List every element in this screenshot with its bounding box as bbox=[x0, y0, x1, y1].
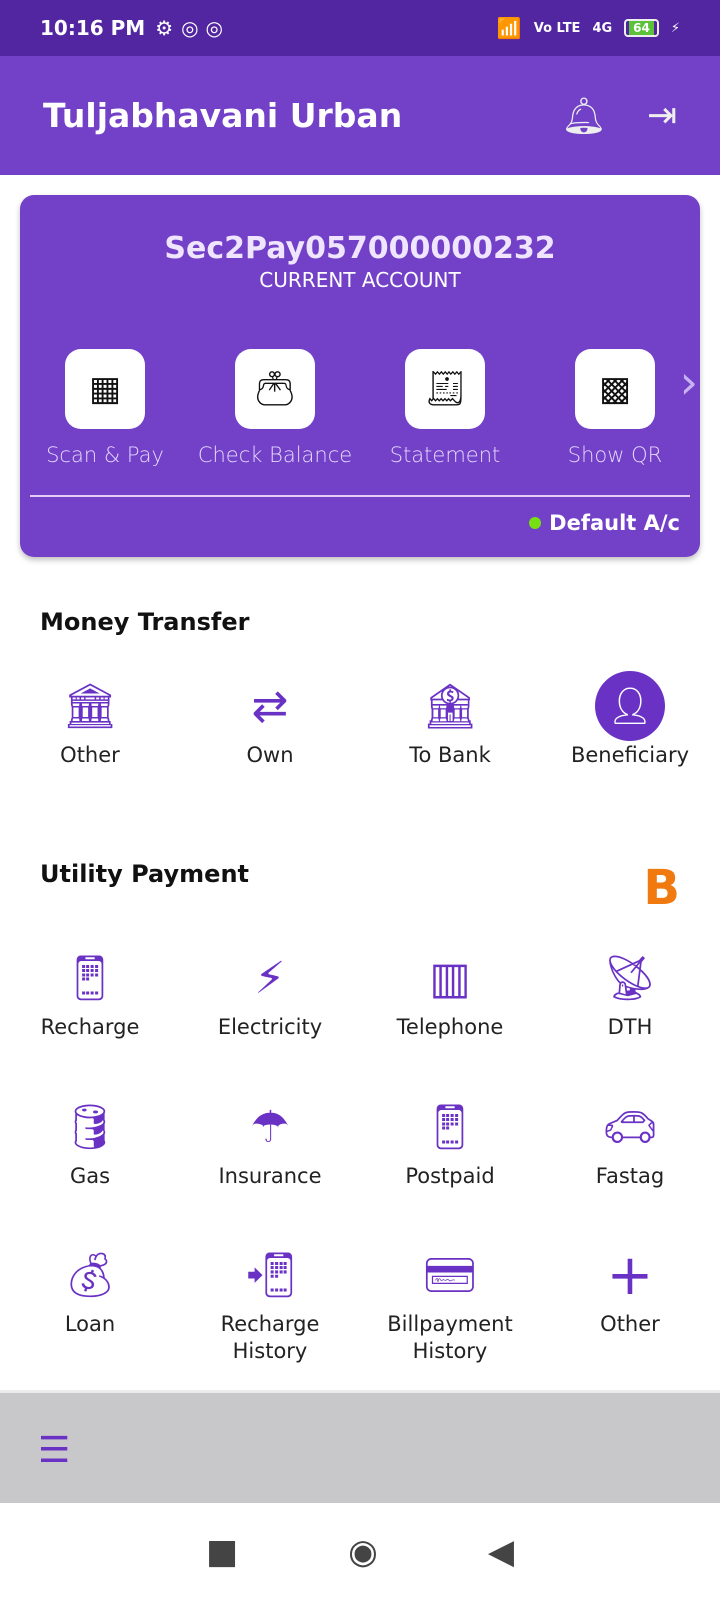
hamburger-menu-icon[interactable]: ☰ bbox=[38, 1433, 70, 1469]
bank-transfer-icon: 🏛︎ bbox=[62, 681, 118, 732]
rupee-exchange-icon: ⇄ bbox=[251, 680, 289, 732]
network-type: 4G bbox=[592, 20, 613, 36]
bottom-bar: ☰ bbox=[0, 1390, 720, 1503]
beneficiary[interactable]: 👤︎ Beneficiary bbox=[540, 671, 720, 769]
electricity[interactable]: ⚡︎ Electricity bbox=[180, 948, 360, 1041]
money-transfer-grid: 🏛︎ Other ⇄ Own 🏦︎ To Bank 👤︎ Beneficiary bbox=[0, 671, 720, 769]
statement-icon: 🧾︎ bbox=[405, 349, 485, 429]
other-utility[interactable]: + Other bbox=[540, 1242, 720, 1365]
statement-button[interactable]: 🧾︎ Statement bbox=[360, 349, 530, 467]
status-bar: 10:16 PM ⚙ ◎ ◎ 📶 Vo LTE 4G 64 ⚡ bbox=[0, 0, 720, 56]
clock: 10:16 PM bbox=[40, 16, 146, 40]
recharge-history[interactable]: 📲︎ Recharge History bbox=[180, 1245, 360, 1365]
insurance[interactable]: ☂ Insurance bbox=[180, 1097, 360, 1190]
electricity-icon: ⚡︎ bbox=[254, 952, 286, 1004]
account-number: Sec2Pay057000000232 bbox=[164, 231, 556, 266]
telephone[interactable]: ▥ Telephone bbox=[360, 948, 540, 1041]
app-bar: Tuljabhavani Urban 🔔︎ ⇥ bbox=[0, 56, 720, 175]
postpaid[interactable]: 📱︎ Postpaid bbox=[360, 1097, 540, 1190]
logout-icon[interactable]: ⇥ bbox=[647, 95, 677, 137]
postpaid-phone-icon: 📱︎ bbox=[422, 1102, 478, 1153]
charging-icon: ⚡ bbox=[670, 20, 680, 36]
show-qr-button[interactable]: ▩ Show QR bbox=[530, 349, 700, 467]
transfer-to-bank[interactable]: 🏦︎ To Bank bbox=[360, 676, 540, 769]
system-nav-bar: ■ ◉ ◀ bbox=[0, 1503, 720, 1600]
money-transfer-title: Money Transfer bbox=[40, 608, 250, 636]
recharge[interactable]: 📱︎ Recharge bbox=[0, 948, 180, 1041]
card-payment-icon: 💳︎ bbox=[422, 1250, 478, 1301]
default-account-badge: Default A/c bbox=[529, 511, 680, 535]
status-dot bbox=[529, 517, 542, 529]
telephone-icon: ▥ bbox=[429, 952, 471, 1004]
wallet-icon: 👛︎ bbox=[235, 349, 315, 429]
check-balance-button[interactable]: 👛︎ Check Balance bbox=[190, 349, 360, 467]
back-button[interactable]: ◀ bbox=[488, 1532, 514, 1572]
utility-payment-title: Utility Payment bbox=[40, 860, 250, 888]
bbps-logo: B bbox=[643, 860, 680, 916]
battery-icon: 64 bbox=[624, 19, 659, 37]
scan-pay-icon: ▦ bbox=[65, 349, 145, 429]
battery-level: 64 bbox=[629, 21, 654, 35]
bank-icon: 🏦︎ bbox=[422, 681, 478, 732]
loan[interactable]: 💰︎ Loan bbox=[0, 1245, 180, 1365]
satellite-dish-icon: 📡︎ bbox=[602, 953, 658, 1004]
account-card: Sec2Pay057000000232 CURRENT ACCOUNT ▦ Sca… bbox=[20, 195, 700, 557]
gas[interactable]: 🛢︎ Gas bbox=[0, 1097, 180, 1190]
app-notification-icon: ◎ ◎ bbox=[181, 16, 223, 40]
loan-hand-icon: 💰︎ bbox=[62, 1250, 118, 1301]
gas-cylinder-icon: 🛢︎ bbox=[62, 1102, 118, 1153]
recents-button[interactable]: ■ bbox=[206, 1532, 238, 1572]
divider bbox=[30, 495, 690, 497]
volte-badge: Vo LTE bbox=[533, 20, 581, 36]
app-title: Tuljabhavani Urban bbox=[43, 96, 403, 135]
plus-icon: + bbox=[606, 1242, 654, 1308]
dth[interactable]: 📡︎ DTH bbox=[540, 948, 720, 1041]
account-type: CURRENT ACCOUNT bbox=[259, 268, 461, 292]
chevron-right-icon[interactable]: › bbox=[680, 355, 698, 409]
user-icon: 👤︎ bbox=[595, 671, 665, 741]
transfer-other[interactable]: 🏛︎ Other bbox=[0, 676, 180, 769]
settings-icon: ⚙ bbox=[155, 16, 174, 40]
scan-pay-button[interactable]: ▦ Scan & Pay bbox=[20, 349, 190, 467]
recharge-history-icon: 📲︎ bbox=[242, 1250, 298, 1301]
toll-car-icon: 🚗︎ bbox=[602, 1102, 658, 1153]
fastag[interactable]: 🚗︎ Fastag bbox=[540, 1097, 720, 1190]
wifi-icon: 📶 bbox=[496, 16, 522, 40]
mobile-recharge-icon: 📱︎ bbox=[62, 953, 118, 1004]
home-button[interactable]: ◉ bbox=[348, 1532, 378, 1572]
bell-icon[interactable]: 🔔︎ bbox=[561, 95, 607, 137]
qr-icon: ▩ bbox=[575, 349, 655, 429]
umbrella-icon: ☂ bbox=[250, 1101, 290, 1153]
billpayment-history[interactable]: 💳︎ Billpayment History bbox=[360, 1245, 540, 1365]
transfer-own[interactable]: ⇄ Own bbox=[180, 676, 360, 769]
